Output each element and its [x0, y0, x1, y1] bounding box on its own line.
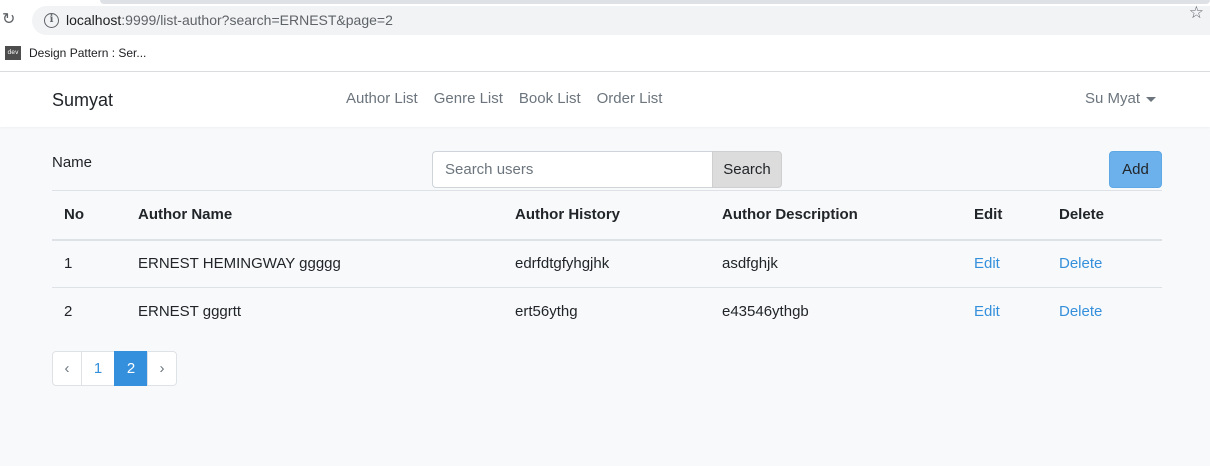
cell-delete: Delete [1047, 240, 1162, 288]
authors-table: No Author Name Author History Author Des… [52, 190, 1162, 336]
cell-author-history: edrfdtgfyhgjhk [515, 255, 610, 273]
table-row: 1 ERNEST HEMINGWAY ggggg edrfdtgfyhgjhk … [52, 240, 1162, 288]
page-2-button[interactable]: 2 [114, 351, 148, 386]
cell-edit: Edit [962, 287, 1047, 336]
search-button[interactable]: Search [712, 151, 782, 188]
prev-page-button[interactable]: ‹ [52, 351, 82, 386]
header-author-name: Author Name [126, 190, 503, 241]
bookmark-star-icon[interactable]: ☆ [1189, 3, 1204, 23]
header-edit: Edit [962, 190, 1047, 241]
cell-author-description: e43546ythgb [710, 287, 962, 336]
cell-author-name: ERNEST HEMINGWAY ggggg [138, 255, 341, 273]
delete-link[interactable]: Delete [1059, 255, 1102, 272]
cell-author-name: ERNEST gggrtt [126, 287, 503, 336]
nav-author-list[interactable]: Author List [346, 90, 418, 107]
cell-author-history: ert56ythg [503, 287, 710, 336]
address-bar[interactable]: i localhost:9999/list-author?search=ERNE… [32, 6, 1210, 35]
tab-strip [100, 0, 1210, 4]
nav-order-list[interactable]: Order List [597, 90, 663, 107]
url-path: :9999/list-author?search=ERNEST&page=2 [121, 12, 393, 28]
brand[interactable]: Sumyat [52, 90, 113, 111]
caret-down-icon [1146, 97, 1157, 102]
bookmarks-bar: dev Design Pattern : Ser... [0, 40, 1210, 72]
user-name: Su Myat [1085, 90, 1141, 107]
next-page-button[interactable]: › [147, 351, 177, 386]
info-icon[interactable]: i [44, 13, 59, 28]
name-label: Name [52, 154, 93, 171]
header-author-description: Author Description [710, 190, 962, 241]
browser-toolbar: ↻ i localhost:9999/list-author?search=ER… [0, 0, 1210, 40]
cell-author-description: asdfghjk [722, 255, 778, 273]
table-row: 2 ERNEST gggrtt ert56ythg e43546ythgb Ed… [52, 287, 1162, 336]
edit-link[interactable]: Edit [974, 255, 1000, 272]
user-dropdown[interactable]: Su Myat [1085, 90, 1157, 107]
cell-edit: Edit [962, 240, 1047, 288]
bookmark-favicon-icon: dev [5, 46, 21, 60]
cell-no: 2 [52, 287, 126, 336]
nav-book-list[interactable]: Book List [519, 90, 581, 107]
nav-links: Author List Genre List Book List Order L… [346, 90, 678, 107]
add-button[interactable]: Add [1109, 151, 1162, 188]
delete-link[interactable]: Delete [1059, 303, 1102, 320]
nav-genre-list[interactable]: Genre List [434, 90, 503, 107]
header-author-history: Author History [503, 190, 710, 241]
url-text[interactable]: localhost:9999/list-author?search=ERNEST… [66, 12, 393, 28]
cell-delete: Delete [1047, 287, 1162, 336]
url-host: localhost [66, 12, 122, 28]
search-input[interactable] [432, 151, 713, 188]
header-delete: Delete [1047, 190, 1162, 241]
page-1-button[interactable]: 1 [81, 351, 115, 386]
edit-link[interactable]: Edit [974, 303, 1000, 320]
pagination: ‹ 1 2 › [52, 351, 177, 386]
bookmark-item[interactable]: Design Pattern : Ser... [29, 46, 146, 60]
cell-no: 1 [64, 255, 73, 273]
table-header-row: No Author Name Author History Author Des… [52, 190, 1162, 241]
navbar: Sumyat Author List Genre List Book List … [0, 72, 1210, 127]
header-no: No [52, 190, 126, 241]
reload-icon[interactable]: ↻ [2, 10, 20, 30]
